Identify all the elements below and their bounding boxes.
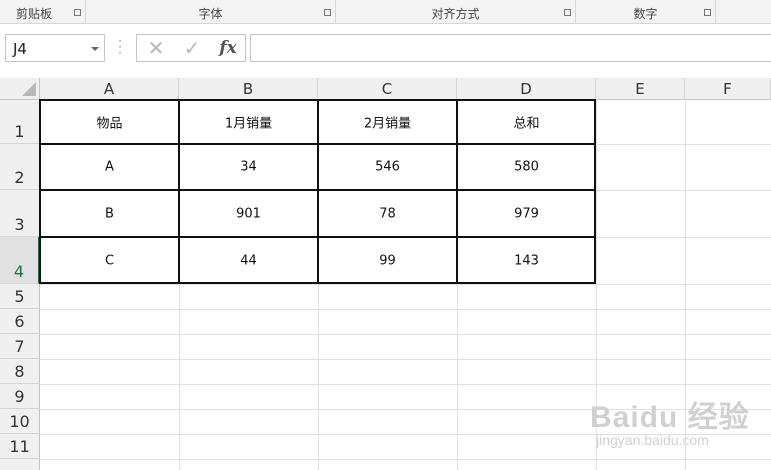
gridline — [40, 284, 771, 285]
name-box-value: J4 — [13, 40, 27, 58]
select-all-corner[interactable] — [0, 78, 40, 100]
cancel-icon[interactable]: ✕ — [143, 37, 169, 59]
row-header-12[interactable] — [0, 459, 40, 470]
cell-value: 143 — [514, 253, 539, 268]
row-number: 7 — [14, 337, 25, 356]
row-number: 4 — [13, 262, 25, 281]
table-header-item: 物品 — [96, 116, 123, 132]
row-header-10[interactable]: 10 — [0, 409, 40, 434]
table-border-line — [40, 143, 595, 145]
cell-b2[interactable]: 34 — [179, 144, 318, 190]
cell-a2[interactable]: A — [40, 144, 179, 190]
column-header-f[interactable]: F — [685, 78, 771, 100]
cell-value: 901 — [236, 206, 261, 221]
insert-function-icon[interactable]: fx — [215, 37, 241, 59]
cell-value: 44 — [240, 253, 257, 268]
more-options-icon[interactable]: · · · — [116, 35, 124, 59]
row-header-8[interactable]: 8 — [0, 359, 40, 384]
column-header-c[interactable]: C — [318, 78, 457, 100]
row-header-7[interactable]: 7 — [0, 334, 40, 359]
table-border-line — [317, 100, 319, 283]
gridline — [40, 309, 771, 310]
cell-value: 546 — [375, 159, 400, 175]
cell-a3[interactable]: B — [40, 190, 179, 237]
cell-b4[interactable]: 44 — [179, 237, 318, 284]
row-number: 1 — [14, 122, 25, 141]
row-number: 5 — [14, 287, 25, 306]
watermark-text: Baidu 经验 — [590, 401, 750, 434]
cell-c3[interactable]: 78 — [318, 190, 457, 237]
gridline — [40, 384, 771, 385]
cell-value: 580 — [514, 159, 539, 175]
row-number: 9 — [14, 387, 25, 406]
cell-c2[interactable]: 546 — [318, 144, 457, 190]
gridline — [40, 334, 771, 335]
row-number: 8 — [14, 362, 25, 381]
cell-value: 979 — [514, 206, 539, 221]
dialog-launcher-icon[interactable] — [704, 9, 711, 16]
ribbon-group-number: 数字 — [576, 0, 716, 23]
dialog-launcher-icon[interactable] — [74, 9, 81, 16]
cell-d4[interactable]: 143 — [457, 237, 596, 284]
row-number: 11 — [9, 437, 30, 456]
row-header-1[interactable]: 1 — [0, 100, 40, 144]
gridline — [40, 359, 771, 360]
watermark-logo: Baidu 经验 jingyan.baidu.com — [590, 392, 770, 462]
table-border-line — [40, 236, 595, 238]
cell-value: 78 — [379, 206, 396, 221]
row-header-4[interactable]: 4 — [0, 237, 40, 284]
ribbon-group-alignment: 对齐方式 — [336, 0, 576, 23]
cell-value: 34 — [240, 159, 257, 175]
cell-b1[interactable]: 1月销量 — [179, 100, 318, 144]
row-number: 10 — [9, 412, 30, 431]
ribbon-group-font: 字体 — [86, 0, 336, 23]
formula-bar: J4 · · · ✕ ✓ fx — [0, 24, 771, 72]
table-header-feb: 2月销量 — [363, 116, 412, 132]
cell-c1[interactable]: 2月销量 — [318, 100, 457, 144]
formula-buttons: ✕ ✓ fx — [136, 34, 246, 62]
cell-a4[interactable]: C — [40, 237, 179, 284]
table-header-total: 总和 — [513, 116, 540, 132]
ribbon-group-clipboard: 剪贴板 — [0, 0, 86, 23]
ribbon-group-label: 数字 — [633, 7, 658, 21]
cell-d3[interactable]: 979 — [457, 190, 596, 237]
ribbon-group-label: 对齐方式 — [431, 7, 480, 21]
row-number: 2 — [14, 168, 25, 187]
table-border-line — [40, 189, 595, 191]
chevron-down-icon[interactable] — [91, 47, 99, 51]
table-border-line — [178, 100, 180, 283]
ribbon-group-label: 字体 — [198, 7, 223, 21]
cell-d1[interactable]: 总和 — [457, 100, 596, 144]
row-number: 6 — [14, 312, 25, 331]
row-header-3[interactable]: 3 — [0, 190, 40, 237]
dialog-launcher-icon[interactable] — [564, 9, 571, 16]
cell-value: 99 — [379, 253, 396, 268]
name-box[interactable]: J4 — [5, 34, 105, 62]
cell-a1[interactable]: 物品 — [40, 100, 179, 144]
column-header-d[interactable]: D — [457, 78, 596, 100]
row-header-2[interactable]: 2 — [0, 144, 40, 190]
cell-value: B — [105, 206, 114, 221]
column-header-b[interactable]: B — [179, 78, 318, 100]
row-header-9[interactable]: 9 — [0, 384, 40, 409]
row-header-11[interactable]: 11 — [0, 434, 40, 459]
cell-value: C — [104, 253, 115, 268]
cell-value: A — [105, 159, 114, 175]
ribbon-group-bar: 剪贴板 字体 对齐方式 数字 — [0, 0, 771, 24]
table-header-jan: 1月销量 — [224, 116, 273, 132]
enter-icon[interactable]: ✓ — [179, 37, 205, 59]
column-header-a[interactable]: A — [40, 78, 179, 100]
dialog-launcher-icon[interactable] — [324, 9, 331, 16]
watermark-url: jingyan.baidu.com — [596, 432, 709, 448]
row-number: 3 — [14, 215, 25, 234]
column-header-e[interactable]: E — [596, 78, 685, 100]
cell-d2[interactable]: 580 — [457, 144, 596, 190]
cell-c4[interactable]: 99 — [318, 237, 457, 284]
formula-input[interactable] — [250, 34, 771, 62]
table-border-line — [456, 100, 458, 283]
row-header-5[interactable]: 5 — [0, 284, 40, 309]
row-header-6[interactable]: 6 — [0, 309, 40, 334]
cell-b3[interactable]: 901 — [179, 190, 318, 237]
